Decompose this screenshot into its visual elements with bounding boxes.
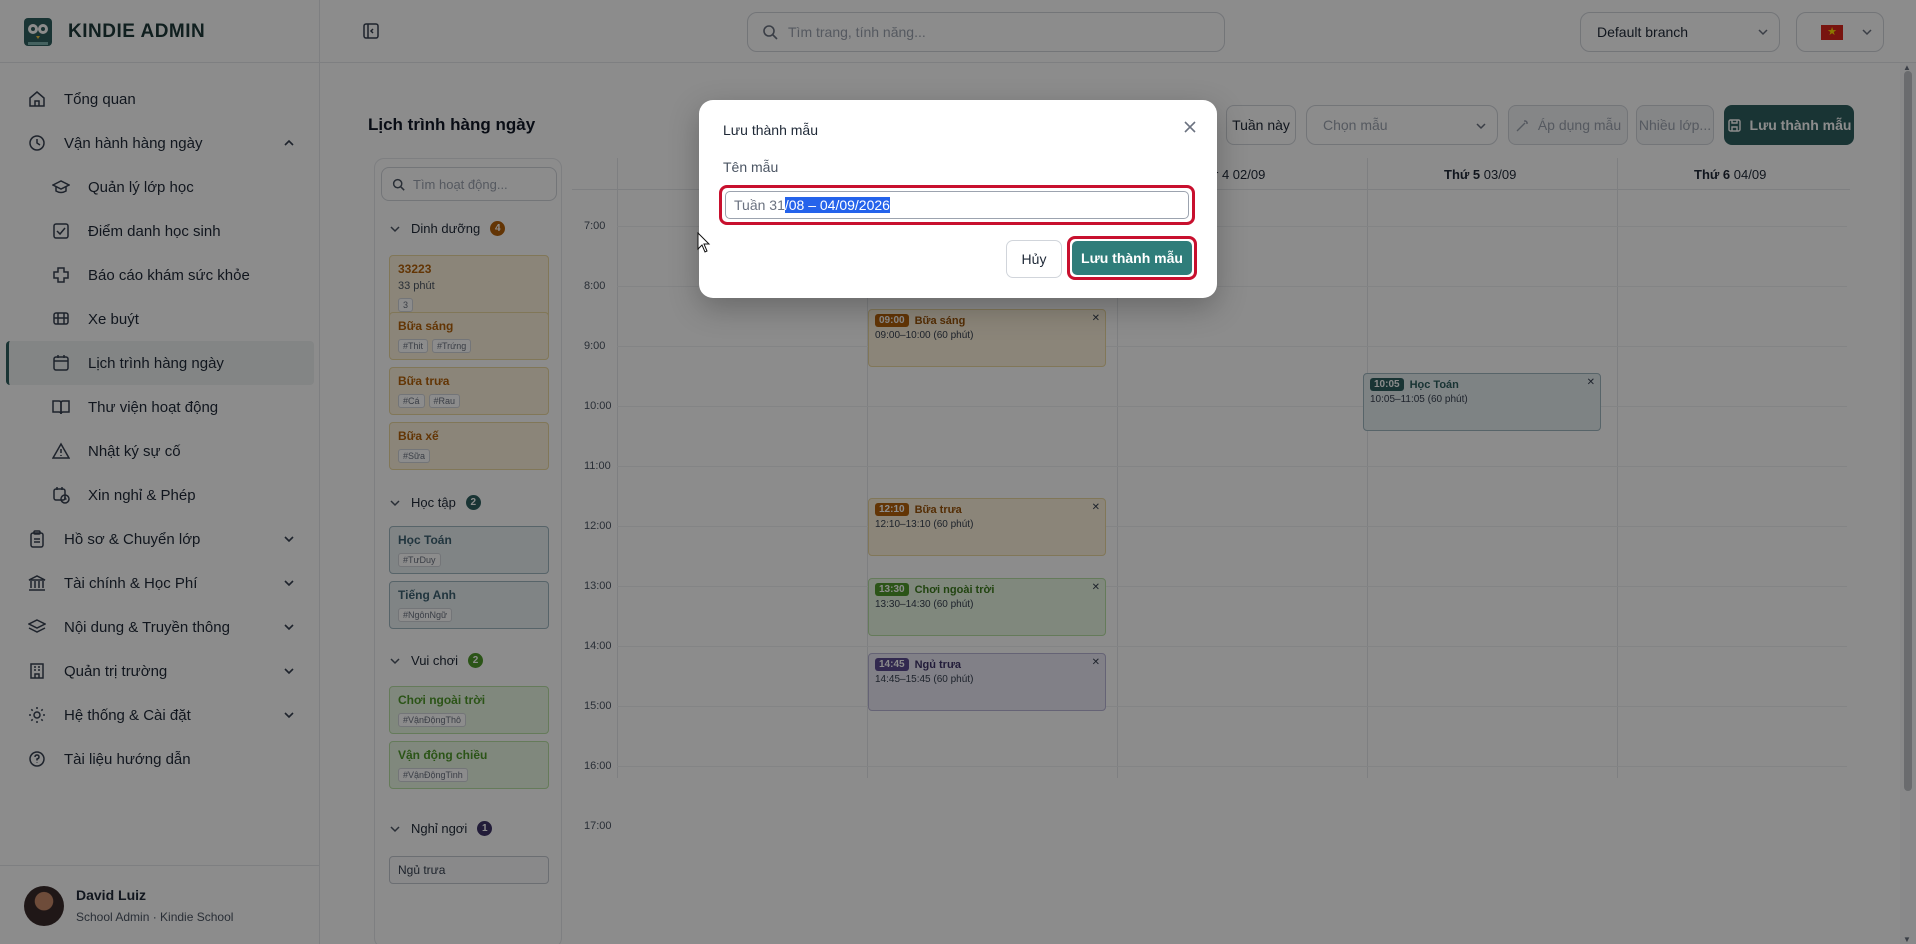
input-text-selected: /08 – 04/09/2026 xyxy=(784,197,890,213)
cancel-button[interactable]: Hủy xyxy=(1006,240,1062,278)
save-template-dialog: Lưu thành mẫu Tên mẫu Tuần 31/08 – 04/09… xyxy=(699,100,1217,298)
dialog-title: Lưu thành mẫu xyxy=(723,122,818,138)
save-button-highlight: Lưu thành mẫu xyxy=(1067,236,1197,280)
close-icon[interactable] xyxy=(1181,118,1199,136)
template-name-label: Tên mẫu xyxy=(723,159,779,175)
input-text-unselected: Tuần 31 xyxy=(734,197,785,213)
template-name-field-highlight: Tuần 31/08 – 04/09/2026 xyxy=(719,185,1195,225)
mouse-cursor-icon xyxy=(697,232,711,253)
save-template-confirm-button[interactable]: Lưu thành mẫu xyxy=(1072,241,1192,275)
template-name-input[interactable]: Tuần 31/08 – 04/09/2026 xyxy=(725,191,1189,219)
